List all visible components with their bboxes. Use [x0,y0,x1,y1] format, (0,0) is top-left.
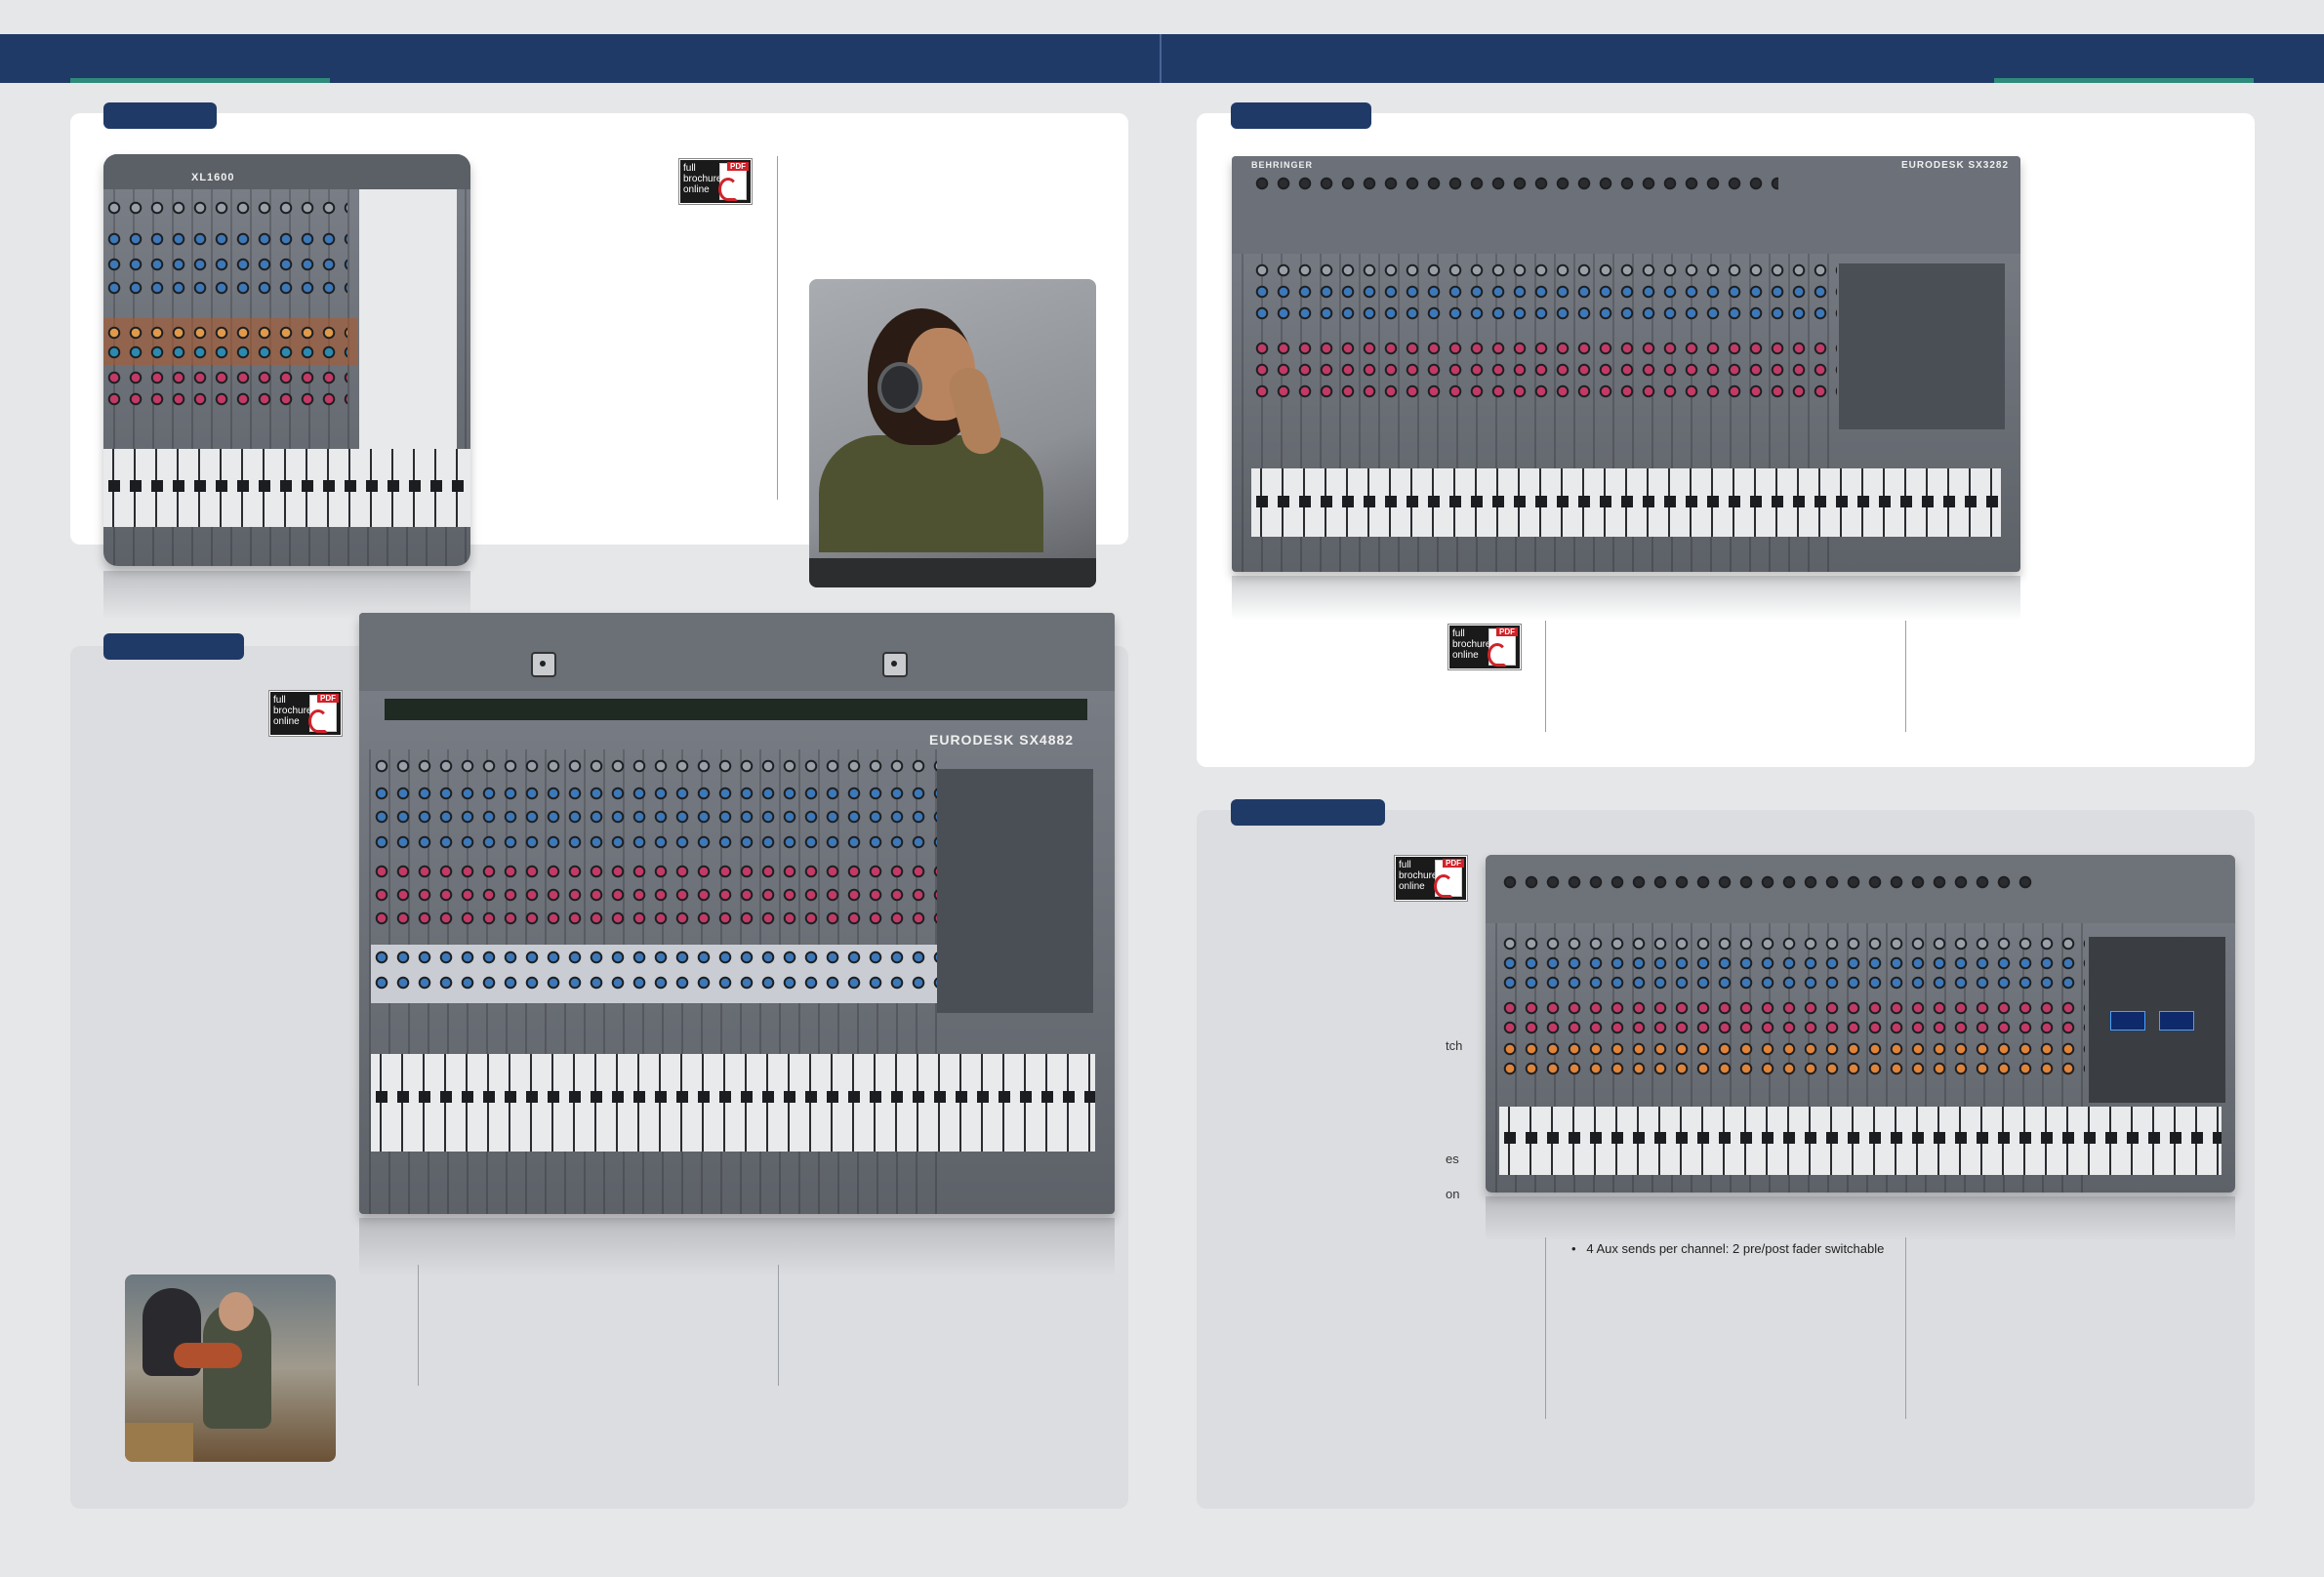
pdf-brochure-badge-xl1600[interactable]: full brochure online PDF [679,159,752,204]
pdf-brochure-badge-sx3282[interactable]: full brochure online PDF [1448,625,1521,669]
text-fragment: tch [1446,1038,1463,1053]
mixer-sx3282-image: BEHRINGER EURODESK SX3282 [1232,156,2020,572]
page-spread-divider [1160,34,1162,83]
mixer-xl1600-image: XL1600 [103,154,470,566]
section-tab-sx3282 [1231,102,1371,129]
section-tab-sx4882 [103,633,244,660]
feature-bullet: • 4 Aux sends per channel: 2 pre/post fa… [1571,1241,1885,1256]
pdf-brochure-badge-sx3242fx[interactable]: full brochure online PDF [1395,856,1467,901]
header-accent-left [70,78,330,83]
mixer-brand: BEHRINGER [1251,160,1314,170]
mixer-logo: EURODESK SX4882 [929,732,1075,748]
pdf-brochure-badge-sx4882[interactable]: full brochure online PDF [269,691,342,736]
headphones-photo [809,279,1096,587]
section-tab-sx3242fx [1231,799,1385,826]
header-accent-right [1994,78,2254,83]
column-divider [1905,621,1906,732]
section-tab-xl1600 [103,102,217,129]
column-divider [778,1265,779,1386]
column-divider [1545,621,1546,732]
guitar-players-photo [125,1274,336,1462]
column-divider [1545,1237,1546,1419]
mixer-sx4882-image: EURODESK SX4882 [359,613,1115,1214]
column-divider [418,1265,419,1386]
column-divider [777,156,778,500]
mixer-logo: XL1600 [191,172,235,183]
header-bar [0,34,2324,83]
mixer-logo: EURODESK SX3282 [1901,160,2010,171]
mixer-sx3242fx-image [1486,855,2235,1193]
column-divider [1905,1237,1906,1419]
text-fragment: es [1446,1152,1459,1166]
text-fragment: on [1446,1187,1460,1201]
